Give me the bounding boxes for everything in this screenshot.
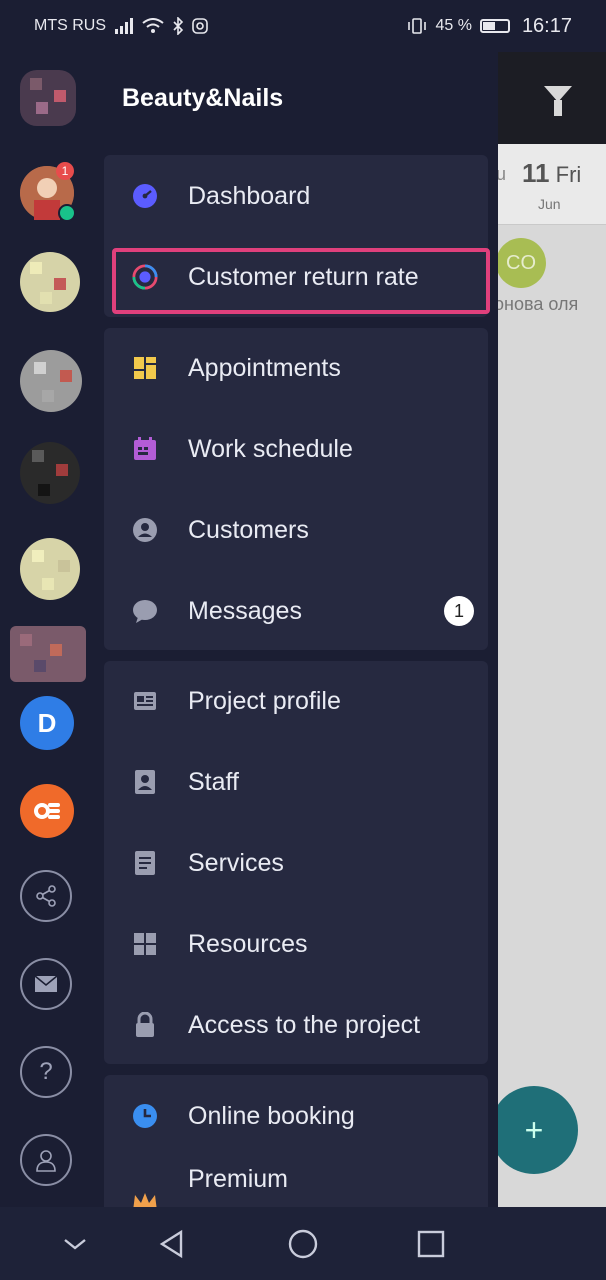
messages-badge: 1 bbox=[444, 596, 474, 626]
menu-item-label: Online booking bbox=[188, 1101, 355, 1130]
home-button[interactable] bbox=[286, 1227, 320, 1261]
chevron-down-icon bbox=[64, 1239, 86, 1250]
project-avatar-4[interactable] bbox=[20, 442, 80, 504]
filter-icon bbox=[544, 86, 572, 116]
carrier-label: MTS RUS bbox=[34, 17, 106, 34]
menu-item-label: Dashboard bbox=[188, 181, 311, 210]
project-avatar-1[interactable] bbox=[20, 70, 76, 126]
back-button[interactable] bbox=[155, 1227, 189, 1261]
customer-avatar: CO bbox=[498, 238, 546, 288]
menu-item-label: Access to the project bbox=[188, 1010, 421, 1039]
menu-item-label: Services bbox=[188, 848, 284, 877]
menu-item-label: Work schedule bbox=[188, 434, 353, 463]
menu-item-messages[interactable]: Messages 1 bbox=[104, 576, 488, 646]
status-bar: MTS RUS 45 % 16:17 bbox=[0, 0, 606, 52]
day-label: 11 Fri bbox=[522, 158, 581, 189]
project-avatar-2[interactable] bbox=[20, 252, 80, 312]
clock-time: 16:17 bbox=[521, 14, 572, 37]
month-label: Jun bbox=[538, 196, 561, 212]
navigation-drawer: Beauty&Nails Dashboard Customer return r… bbox=[104, 52, 498, 1207]
project-avatar-3[interactable] bbox=[20, 350, 82, 412]
project-avatar-6[interactable] bbox=[10, 626, 86, 682]
menu-section-2: Appointments Work schedule Customers Mes… bbox=[104, 328, 488, 650]
coins-app-icon[interactable] bbox=[20, 784, 74, 838]
mail-button[interactable] bbox=[20, 958, 72, 1010]
menu-item-project-profile[interactable]: Project profile bbox=[104, 666, 488, 736]
notification-badge: 1 bbox=[56, 162, 74, 180]
menu-item-staff[interactable]: Staff bbox=[104, 747, 488, 817]
battery-percent: 45 % bbox=[435, 17, 472, 34]
wifi-icon bbox=[142, 18, 164, 33]
menu-item-appointments[interactable]: Appointments bbox=[104, 333, 488, 403]
staff-icon bbox=[132, 769, 158, 795]
background-app: u 11 Fri Jun CO онова оля + bbox=[498, 52, 606, 1207]
dashboard-icon bbox=[132, 183, 158, 209]
account-button[interactable] bbox=[20, 1134, 72, 1186]
menu-item-services[interactable]: Services bbox=[104, 828, 488, 898]
crown-icon bbox=[132, 1189, 158, 1207]
user-avatar[interactable]: 1 bbox=[20, 162, 76, 222]
collapse-nav-button[interactable] bbox=[58, 1227, 92, 1261]
mail-icon bbox=[34, 975, 58, 992]
menu-item-dashboard[interactable]: Dashboard bbox=[104, 161, 488, 231]
resources-icon bbox=[132, 931, 158, 957]
menu-section-4: Online booking Premium bbox=[104, 1075, 488, 1207]
menu-item-label: Resources bbox=[188, 929, 308, 958]
menu-item-access[interactable]: Access to the project bbox=[104, 990, 488, 1060]
message-icon bbox=[132, 598, 158, 624]
signal-icon bbox=[115, 18, 133, 34]
day-number: 11 bbox=[522, 158, 550, 188]
back-triangle-icon bbox=[159, 1229, 183, 1259]
appointments-icon bbox=[132, 355, 158, 381]
menu-item-premium[interactable]: Premium bbox=[104, 1147, 488, 1207]
menu-item-online-booking[interactable]: Online booking bbox=[104, 1081, 488, 1151]
profile-card-icon bbox=[132, 688, 158, 714]
home-circle-icon bbox=[288, 1229, 318, 1259]
project-rail: 1 D ? bbox=[0, 52, 104, 1207]
menu-item-work-schedule[interactable]: Work schedule bbox=[104, 414, 488, 484]
day-name: Fri bbox=[555, 162, 582, 187]
vibrate-icon bbox=[408, 18, 427, 34]
menu-item-label: Premium bbox=[188, 1165, 289, 1193]
d-app-icon[interactable]: D bbox=[20, 696, 74, 750]
share-button[interactable] bbox=[20, 870, 72, 922]
system-nav-bar bbox=[0, 1207, 606, 1280]
menu-item-label: Project profile bbox=[188, 686, 341, 715]
highlight-frame bbox=[112, 248, 490, 314]
menu-item-resources[interactable]: Resources bbox=[104, 909, 488, 979]
recents-button[interactable] bbox=[414, 1227, 448, 1261]
day-partial: u bbox=[498, 164, 507, 184]
calendar-day-header: u 11 Fri Jun bbox=[498, 144, 606, 225]
battery-icon bbox=[479, 19, 510, 33]
project-avatar-5[interactable] bbox=[20, 538, 80, 600]
calendar-icon bbox=[132, 436, 158, 462]
online-indicator bbox=[58, 204, 76, 222]
recents-square-icon bbox=[417, 1230, 445, 1258]
help-button[interactable]: ? bbox=[20, 1046, 72, 1098]
help-icon: ? bbox=[39, 1058, 53, 1085]
project-title: Beauty&Nails bbox=[122, 84, 284, 112]
menu-section-3: Project profile Staff Services Resources… bbox=[104, 661, 488, 1064]
customer-icon bbox=[132, 517, 158, 543]
menu-item-label: Customers bbox=[188, 515, 309, 544]
customer-name: онова оля bbox=[498, 294, 579, 314]
instagram-icon bbox=[192, 18, 208, 34]
bluetooth-icon bbox=[173, 17, 184, 35]
menu-item-label: Appointments bbox=[188, 353, 341, 382]
lock-icon bbox=[132, 1012, 158, 1038]
services-icon bbox=[132, 850, 158, 876]
person-icon bbox=[36, 1150, 56, 1172]
share-icon bbox=[36, 885, 56, 907]
add-button: + bbox=[498, 1086, 578, 1174]
menu-item-customers[interactable]: Customers bbox=[104, 495, 488, 565]
background-app-toolbar bbox=[498, 52, 606, 144]
menu-item-label: Messages bbox=[188, 596, 302, 625]
clock-icon bbox=[132, 1103, 158, 1129]
menu-item-label: Staff bbox=[188, 767, 239, 796]
